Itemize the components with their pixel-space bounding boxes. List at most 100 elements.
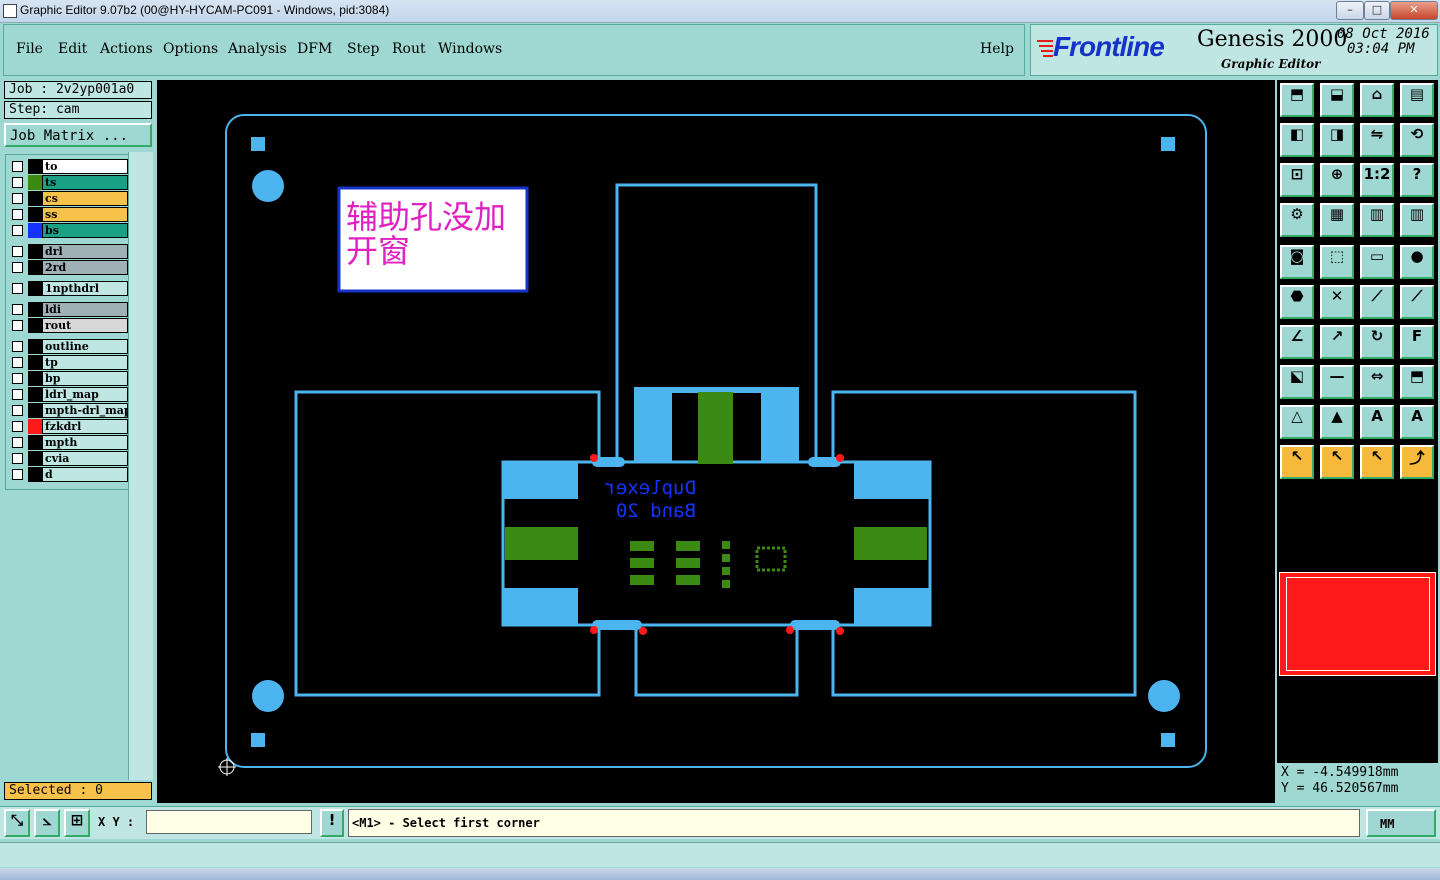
- layer-row-ss[interactable]: ss: [8, 207, 128, 222]
- layer-row-2rd[interactable]: 2rd: [8, 260, 128, 275]
- layer-color-swatch[interactable]: [28, 371, 42, 386]
- layer-name[interactable]: ss: [42, 207, 128, 222]
- layer-name[interactable]: 2rd: [42, 260, 128, 275]
- line-node-icon[interactable]: ⟋: [1400, 285, 1434, 319]
- route-icon[interactable]: ⤴: [1400, 445, 1434, 479]
- save-icon[interactable]: ⬓: [1320, 83, 1354, 117]
- layer-name[interactable]: ldi: [42, 302, 128, 317]
- flip-f-icon[interactable]: F: [1400, 325, 1434, 359]
- menu-actions[interactable]: Actions: [100, 41, 153, 57]
- arrow-line-icon[interactable]: ↗: [1320, 325, 1354, 359]
- layer-name[interactable]: mpth: [42, 435, 128, 450]
- window-icon[interactable]: ▤: [1400, 83, 1434, 117]
- layer-color-swatch[interactable]: [28, 244, 42, 259]
- grid-icon[interactable]: ▦: [1320, 203, 1354, 237]
- line-icon[interactable]: ⟋: [1360, 285, 1394, 319]
- layer-color-swatch[interactable]: [28, 467, 42, 482]
- settings-icon[interactable]: ⚙: [1280, 203, 1314, 237]
- graphic-canvas[interactable]: 辅助孔没加 开窗 Duplexer Band 20: [157, 80, 1275, 803]
- layer-color-swatch[interactable]: [28, 175, 42, 190]
- layer-row-d[interactable]: d: [8, 467, 128, 482]
- layer-name[interactable]: cs: [42, 191, 128, 206]
- layer-color-swatch[interactable]: [28, 302, 42, 317]
- layer-color-swatch[interactable]: [28, 191, 42, 206]
- layer-checkbox[interactable]: [12, 341, 23, 352]
- layer-color-swatch[interactable]: [28, 403, 42, 418]
- triangle-up-icon[interactable]: ▲: [1320, 405, 1354, 439]
- layer-color-swatch[interactable]: [28, 355, 42, 370]
- layer-name[interactable]: bp: [42, 371, 128, 386]
- close-button[interactable]: ✕: [1390, 1, 1438, 20]
- home-icon[interactable]: ⌂: [1360, 83, 1394, 117]
- layer-checkbox[interactable]: [12, 283, 23, 294]
- pointer-circle-icon[interactable]: ↖: [1360, 445, 1394, 479]
- menu-analysis[interactable]: Analysis: [228, 41, 287, 57]
- alert-icon[interactable]: !: [320, 809, 344, 837]
- menu-help[interactable]: Help: [980, 41, 1014, 57]
- angle-icon[interactable]: ∠: [1280, 325, 1314, 359]
- units-selector[interactable]: MM: [1366, 809, 1436, 837]
- menu-windows[interactable]: Windows: [438, 41, 502, 57]
- triangle-b-icon[interactable]: A: [1400, 405, 1434, 439]
- pad-add-icon[interactable]: ⬕: [1280, 365, 1314, 399]
- layer-color-swatch[interactable]: [28, 223, 42, 238]
- layer-color-swatch[interactable]: [28, 451, 42, 466]
- redraw-icon[interactable]: ⟲: [1400, 123, 1434, 157]
- layer-row-cs[interactable]: cs: [8, 191, 128, 206]
- layer-row-1npthdrl[interactable]: 1npthdrl: [8, 281, 128, 296]
- layer-row-bp[interactable]: bp: [8, 371, 128, 386]
- flip-icon[interactable]: ⇋: [1360, 123, 1394, 157]
- layer-checkbox[interactable]: [12, 437, 23, 448]
- previous-icon[interactable]: ◧: [1280, 123, 1314, 157]
- layer-name[interactable]: cvia: [42, 451, 128, 466]
- layer-checkbox[interactable]: [12, 193, 23, 204]
- layer-color-swatch[interactable]: [28, 318, 42, 333]
- layer-row-ts[interactable]: ts: [8, 175, 128, 190]
- node-icon[interactable]: ⬣: [1280, 285, 1314, 319]
- layer-name[interactable]: tp: [42, 355, 128, 370]
- pointer-icon[interactable]: ↖: [1280, 445, 1314, 479]
- layer-color-swatch[interactable]: [28, 260, 42, 275]
- layer-name[interactable]: rout: [42, 318, 128, 333]
- layer-name[interactable]: outline: [42, 339, 128, 354]
- layer-checkbox[interactable]: [12, 453, 23, 464]
- layer-color-swatch[interactable]: [28, 419, 42, 434]
- layer-row-bs[interactable]: bs: [8, 223, 128, 238]
- zoom-1to2-icon[interactable]: 1:2: [1360, 163, 1394, 197]
- help-icon[interactable]: ?: [1400, 163, 1434, 197]
- layer-row-outline[interactable]: outline: [8, 339, 128, 354]
- layer-checkbox[interactable]: [12, 161, 23, 172]
- xy-input[interactable]: [146, 810, 312, 834]
- next-icon[interactable]: ◨: [1320, 123, 1354, 157]
- minimize-button[interactable]: –: [1336, 1, 1364, 20]
- triangle-icon[interactable]: △: [1280, 405, 1314, 439]
- layer-row-cvia[interactable]: cvia: [8, 451, 128, 466]
- menu-rout[interactable]: Rout: [392, 41, 426, 57]
- layer-toggle-icon[interactable]: ▥: [1360, 203, 1394, 237]
- layer-row-to[interactable]: to: [8, 159, 128, 174]
- ruler-icon[interactable]: ▭: [1360, 245, 1394, 279]
- layer-color-swatch[interactable]: [28, 435, 42, 450]
- layer-checkbox[interactable]: [12, 357, 23, 368]
- layer-row-ldrl_map[interactable]: ldrl_map: [8, 387, 128, 402]
- layer-checkbox[interactable]: [12, 262, 23, 273]
- layer-name[interactable]: ts: [42, 175, 128, 190]
- layer-row-ldi[interactable]: ldi: [8, 302, 128, 317]
- layer-name[interactable]: drl: [42, 244, 128, 259]
- layer-name[interactable]: mpth-drl_map: [42, 403, 128, 418]
- rotate-icon[interactable]: ↻: [1360, 325, 1394, 359]
- measure-icon[interactable]: ⦣: [34, 809, 60, 837]
- snap-icon[interactable]: ⊞: [64, 809, 90, 837]
- layer-name[interactable]: to: [42, 159, 128, 174]
- menu-options[interactable]: Options: [163, 41, 218, 57]
- layer-row-tp[interactable]: tp: [8, 355, 128, 370]
- group-icon[interactable]: ⬒: [1400, 365, 1434, 399]
- layer-color-swatch[interactable]: [28, 159, 42, 174]
- layer-checkbox[interactable]: [12, 373, 23, 384]
- delete-icon[interactable]: ✕: [1320, 285, 1354, 319]
- layer-row-rout[interactable]: rout: [8, 318, 128, 333]
- menu-step[interactable]: Step: [347, 41, 379, 57]
- layer-checkbox[interactable]: [12, 469, 23, 480]
- layer-checkbox[interactable]: [12, 225, 23, 236]
- zoom-box-icon[interactable]: ⤡: [4, 809, 30, 837]
